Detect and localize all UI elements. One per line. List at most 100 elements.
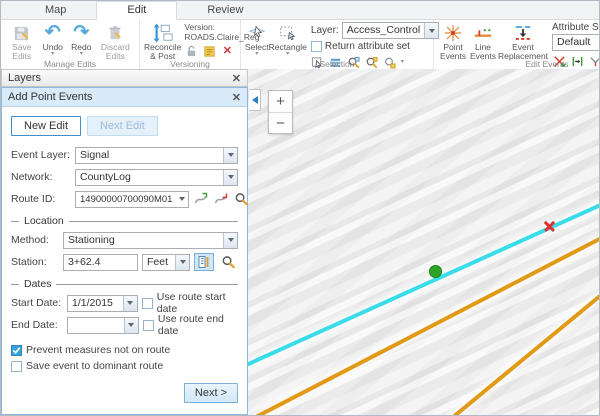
network-combo-arrow[interactable] — [223, 170, 237, 185]
choose-route-icon[interactable] — [193, 190, 209, 208]
select-cursor-icon — [247, 23, 267, 43]
rectangle-dropdown-arrow[interactable]: ▾ — [286, 52, 289, 57]
dates-section-separator: Dates — [11, 278, 238, 290]
reconcile-post-button[interactable]: Reconcile & Post — [144, 22, 181, 61]
next-edit-button[interactable]: Next Edit — [87, 116, 158, 136]
rectangle-select-icon — [278, 23, 298, 43]
end-date-label: End Date: — [11, 319, 63, 331]
tab-map[interactable]: Map — [15, 2, 96, 19]
layers-pane-header[interactable]: Layers ✕ — [1, 69, 248, 87]
ribbon-tabbar: Map Edit Review — [1, 1, 599, 20]
map-view[interactable]: + − — [248, 69, 599, 415]
end-date-picker[interactable] — [67, 317, 139, 334]
rectangle-select-button[interactable]: Rectangle ▾ — [269, 22, 307, 57]
location-section-separator: Location — [11, 215, 238, 227]
reconcile-icon — [153, 23, 173, 43]
network-label: Network: — [11, 171, 71, 183]
collapse-arrow-icon — [252, 96, 258, 104]
add-point-events-header[interactable]: Add Point Events ✕ — [2, 88, 247, 107]
start-date-picker[interactable]: 1/1/2015 — [67, 295, 138, 312]
pick-station-on-map-icon[interactable] — [194, 253, 214, 271]
ribbon: Save Edits ↶ Undo ▾ ↷ Redo ▾ Discard Edi… — [1, 20, 599, 69]
network-combobox[interactable]: CountyLog — [75, 169, 238, 186]
start-date-arrow[interactable] — [123, 296, 137, 311]
delete-version-icon[interactable]: ✕ — [220, 44, 234, 58]
version-changes-icon[interactable] — [202, 44, 216, 58]
save-edits-button[interactable]: Save Edits — [5, 22, 38, 61]
point-events-button[interactable]: Point Events — [438, 22, 468, 61]
zoom-to-station-icon[interactable] — [218, 253, 238, 271]
group-label-selection: Selection — [241, 59, 433, 69]
attribute-set-combobox[interactable]: Default — [552, 34, 600, 51]
new-edit-button[interactable]: New Edit — [11, 116, 81, 136]
route-id-combobox[interactable]: 14900000700090M01 — [75, 191, 189, 208]
select-dropdown-arrow[interactable]: ▾ — [255, 52, 258, 57]
return-attribute-set-label: Return attribute set — [325, 41, 410, 52]
method-label: Method: — [11, 234, 59, 246]
layer-combobox[interactable]: Access_Control — [342, 22, 440, 39]
layer-label: Layer: — [311, 25, 339, 36]
layers-close-icon[interactable]: ✕ — [232, 72, 241, 85]
save-icon — [12, 23, 31, 43]
select-button[interactable]: Select ▾ — [245, 22, 269, 57]
use-route-end-date-checkbox[interactable] — [143, 320, 154, 331]
undo-dropdown-arrow[interactable]: ▾ — [51, 52, 54, 57]
use-route-end-date-label: Use route end date — [158, 313, 238, 337]
line-events-icon — [473, 23, 493, 43]
zoom-out-button[interactable]: − — [269, 112, 292, 133]
add-point-events-pane: Add Point Events ✕ New Edit Next Edit Ev… — [1, 87, 248, 415]
route-id-label: Route ID: — [11, 193, 71, 205]
end-date-arrow[interactable] — [124, 318, 138, 333]
station-unit-combo-arrow[interactable] — [175, 255, 189, 270]
dates-section-title: Dates — [24, 278, 51, 290]
trash-icon — [106, 23, 124, 43]
discard-edits-button[interactable]: Discard Edits — [96, 22, 135, 61]
event-layer-combobox[interactable]: Signal — [75, 147, 238, 164]
return-attribute-set-checkbox[interactable] — [311, 41, 322, 52]
group-versioning: Reconcile & Post Version: ROADS.Claire_R… — [140, 20, 241, 69]
select-route-on-map-icon[interactable] — [213, 190, 229, 208]
group-manage-edits: Save Edits ↶ Undo ▾ ↷ Redo ▾ Discard Edi… — [1, 20, 140, 69]
point-events-icon — [443, 23, 463, 43]
use-route-start-date-checkbox[interactable] — [142, 298, 153, 309]
use-route-start-date-label: Use route start date — [157, 291, 238, 315]
attribute-set-label: Attribute Set: — [552, 22, 600, 33]
method-combo-arrow[interactable] — [223, 233, 237, 248]
event-layer-combo-arrow[interactable] — [223, 148, 237, 163]
redo-dropdown-arrow[interactable]: ▾ — [80, 52, 83, 57]
group-label-manage-edits: Manage Edits — [1, 59, 139, 69]
group-label-edit-events: Edit Events — [434, 59, 600, 69]
dominant-route-checkbox[interactable] — [11, 361, 22, 372]
method-combobox[interactable]: Stationing — [63, 232, 238, 249]
app-window: Map Edit Review Save Edits ↶ Undo ▾ ↷ Re… — [0, 0, 600, 416]
station-input[interactable]: 3+62.4 — [63, 254, 138, 271]
station-label: Station: — [11, 256, 59, 268]
event-replacement-button[interactable]: Event Replacement — [498, 22, 548, 61]
add-point-events-close-icon[interactable]: ✕ — [232, 91, 241, 104]
road-line-secondary-2 — [451, 292, 599, 415]
route-id-combo-arrow[interactable] — [176, 197, 188, 201]
event-layer-label: Event Layer: — [11, 149, 71, 161]
group-edit-events: Point Events Line Events Event Replaceme… — [434, 20, 600, 69]
tab-edit[interactable]: Edit — [96, 1, 177, 20]
group-label-versioning: Versioning — [140, 59, 240, 69]
line-events-button[interactable]: Line Events — [468, 22, 498, 61]
layers-pane-title: Layers — [8, 72, 232, 84]
dominant-route-label: Save event to dominant route — [26, 360, 163, 372]
station-unit-combobox[interactable]: Feet — [142, 254, 190, 271]
map-zoom-control: + − — [268, 90, 293, 134]
road-line-secondary — [255, 236, 599, 415]
zoom-in-button[interactable]: + — [269, 91, 292, 112]
route-end-cross-marker — [543, 220, 556, 233]
pane-collapse-button[interactable] — [249, 89, 261, 111]
undo-button[interactable]: ↶ Undo ▾ — [38, 22, 67, 57]
undo-icon: ↶ — [45, 23, 61, 43]
next-button[interactable]: Next > — [184, 383, 238, 403]
redo-button[interactable]: ↷ Redo ▾ — [67, 22, 96, 57]
prevent-measures-checkbox[interactable] — [11, 345, 22, 356]
point-event-marker[interactable] — [429, 265, 442, 278]
tab-review[interactable]: Review — [177, 2, 273, 19]
add-point-events-title: Add Point Events — [8, 91, 232, 103]
event-replacement-icon — [513, 23, 533, 43]
unlock-icon[interactable] — [184, 44, 198, 58]
